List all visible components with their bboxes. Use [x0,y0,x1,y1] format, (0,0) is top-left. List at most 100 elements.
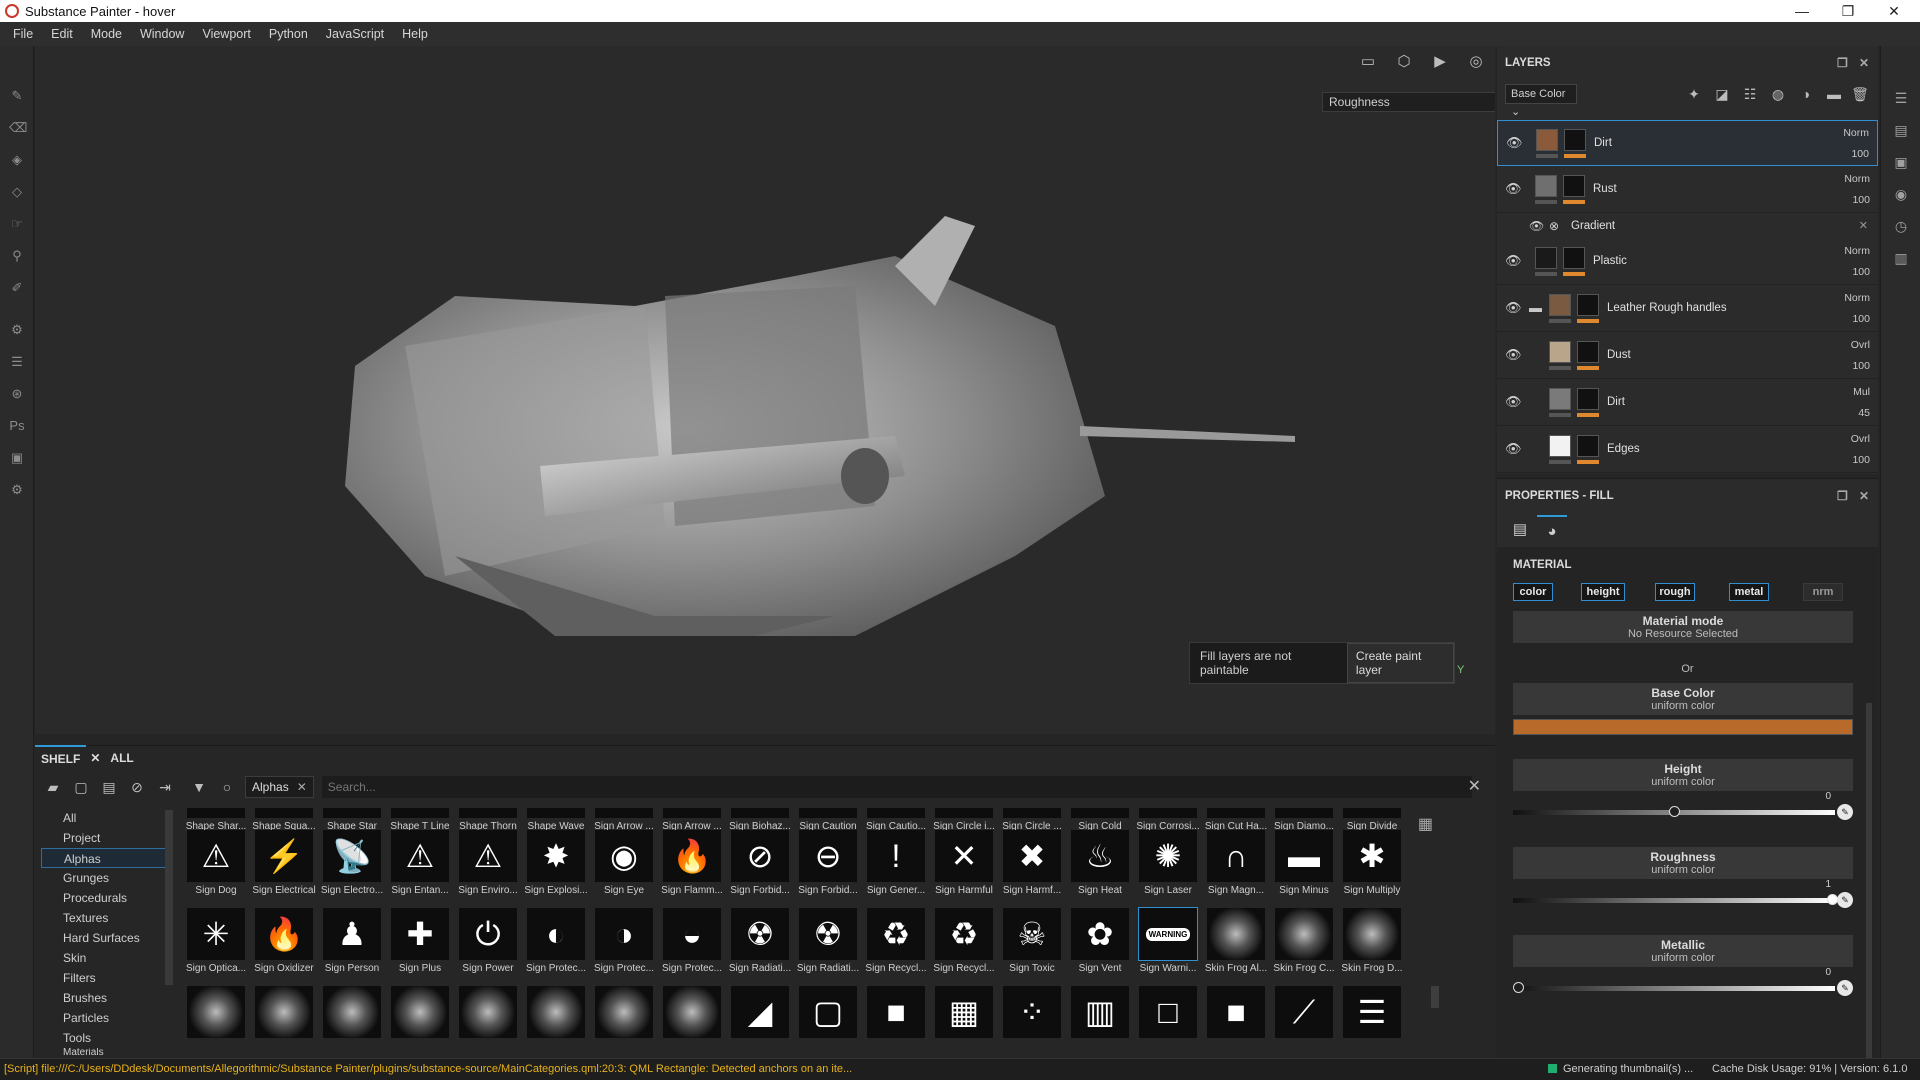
layer-row[interactable]: 👁 Dirt Mul 45 [1497,380,1878,426]
undock-icon[interactable]: ❐ [1837,489,1848,503]
alpha-tile[interactable]: ⟋ [1271,986,1337,1038]
menu-mode[interactable]: Mode [82,22,131,46]
eye-icon[interactable]: 👁 [1505,394,1522,410]
layer-opacity[interactable]: 100 [1852,360,1870,372]
category-textures[interactable]: Textures [41,908,171,928]
folder-row[interactable]: 👁 ▬ Leather Rough handles Norm 100 [1497,286,1878,332]
layer-opacity[interactable]: 45 [1858,407,1870,419]
3d-viewport[interactable]: ▭ ⬡ ▶ ◎ Roughness ⌄ [35,46,1495,734]
layer-row[interactable]: 👁 Dirt Norm 100 [1497,120,1878,166]
alpha-tile[interactable]: ✕ Sign Harmful [931,830,997,896]
screenshot-icon[interactable]: ◎ [1465,52,1487,70]
alpha-tile[interactable] [251,986,317,1038]
alpha-tile[interactable]: WARNING Sign Warni... [1135,907,1201,974]
export-icon[interactable]: ▣ [9,450,25,466]
edit-icon[interactable]: ✎ [1837,980,1853,996]
channel-color-button[interactable]: color [1513,583,1553,601]
alpha-tile[interactable]: Sign Cut Ha... [1203,808,1269,832]
layer-row[interactable]: 👁 Dust Ovrl 100 [1497,333,1878,379]
menu-help[interactable]: Help [393,22,437,46]
category-grunges[interactable]: Grunges [41,868,171,888]
alpha-tile[interactable]: ✚ Sign Plus [387,908,453,974]
alpha-tile[interactable]: ✖ Sign Harmf... [999,830,1065,896]
alpha-tile[interactable]: ✳ Sign Optica... [183,908,249,974]
restore-button[interactable]: ❐ [1826,0,1870,22]
folder-icon[interactable]: ▰ [43,778,63,796]
base-color-box[interactable]: Base Color uniform color [1513,683,1853,715]
channel-nrm-button[interactable]: nrm [1803,583,1843,601]
effect-row[interactable]: 👁 ⊗ Gradient ✕ [1497,214,1878,238]
physics-icon[interactable]: ⊛ [9,386,25,402]
category-filters[interactable]: Filters [41,968,171,988]
alpha-tile[interactable]: □ [1135,986,1201,1038]
add-fill-layer-icon[interactable]: ◍ [1769,86,1787,104]
import-icon[interactable]: ⇥ [155,778,175,796]
properties-scrollbar[interactable] [1866,703,1872,1080]
categories-scrollbar[interactable] [165,810,173,985]
alpha-tile[interactable] [523,986,589,1038]
height-slider-knob[interactable] [1669,806,1680,817]
tab-shelf[interactable]: SHELF [35,745,87,771]
remove-effect-icon[interactable]: ✕ [1859,219,1868,232]
alpha-tile[interactable]: ◒ Sign Protec... [659,908,725,974]
minimize-button[interactable]: — [1780,0,1824,22]
category-particles[interactable]: Particles [41,1008,171,1028]
polygon-fill-icon[interactable]: ◇ [9,184,25,200]
layer-row[interactable]: 👁 Rust Norm 100 [1497,167,1878,213]
channel-metal-button[interactable]: metal [1729,583,1769,601]
alpha-tile[interactable]: ☰ [1339,986,1405,1038]
texture-set-icon[interactable]: ▤ [1893,122,1909,138]
alpha-tile[interactable]: ⚠ Sign Entan... [387,830,453,896]
menu-python[interactable]: Python [260,22,317,46]
photoshop-icon[interactable]: Ps [9,418,25,434]
delete-layer-icon[interactable]: 🗑 [1851,86,1869,104]
category-project[interactable]: Project [41,828,171,848]
layer-opacity[interactable]: 100 [1852,266,1870,278]
category-alphas[interactable]: Alphas [41,848,171,868]
paint-brush-icon[interactable]: ✎ [9,88,25,104]
layer-blend-mode[interactable]: Norm [1844,173,1870,185]
metallic-box[interactable]: Metallic uniform color [1513,935,1853,967]
shader-icon[interactable]: ◉ [1893,186,1909,202]
metallic-slider[interactable]: 0 ✎ [1513,967,1853,999]
alpha-tile[interactable] [183,986,249,1038]
base-color-swatch[interactable] [1513,719,1853,735]
eye-icon[interactable]: 👁 [1505,181,1522,197]
shelf-scrollbar[interactable] [1431,986,1439,1008]
alpha-tile[interactable]: ▥ [1067,986,1133,1038]
layer-opacity[interactable]: 100 [1852,454,1870,466]
menu-javascript[interactable]: JavaScript [317,22,393,46]
filter-chip-close-icon[interactable]: ✕ [297,780,307,794]
new-item-icon[interactable]: ▢ [71,778,91,796]
eye-icon[interactable]: 👁 [1505,300,1522,316]
alpha-tile[interactable]: Sign Arrow ... [659,808,725,832]
alpha-tile[interactable]: ⊘ Sign Forbid... [727,830,793,896]
alpha-tile[interactable]: Shape Squa... [251,808,317,832]
layer-blend-mode[interactable]: Ovrl [1851,339,1870,351]
alpha-tile[interactable]: 🔥 Sign Oxidizer [251,908,317,974]
alpha-tile[interactable]: ▬ Sign Minus [1271,830,1337,896]
height-slider[interactable]: 0 ✎ [1513,791,1853,823]
folder-icon[interactable]: ▬ [1529,300,1542,315]
display-settings-icon[interactable]: ▣ [1893,154,1909,170]
alpha-tile[interactable] [659,986,725,1038]
alpha-tile[interactable]: Sign Circle i... [931,808,997,832]
grid-view-icon[interactable]: ▦ [1418,814,1433,834]
hide-icon[interactable]: ⊘ [127,778,147,796]
alpha-tile[interactable]: ☢ Sign Radiati... [795,908,861,974]
alpha-tile[interactable]: Sign Diamo... [1271,808,1337,832]
close-window-button[interactable]: ✕ [1872,0,1916,22]
alpha-tile[interactable] [319,986,385,1038]
alpha-tile[interactable]: ✸ Sign Explosi... [523,830,589,896]
alpha-tile[interactable]: ■ [1203,986,1269,1038]
history-icon[interactable]: ◷ [1893,218,1909,234]
tab-material-icon[interactable]: ◕ [1537,515,1567,545]
layer-row[interactable]: 👁 Plastic Norm 100 [1497,239,1878,285]
category-tools[interactable]: Tools [41,1028,171,1048]
filter-icon[interactable]: ▼ [189,778,209,796]
refresh-icon[interactable]: ○ [217,778,237,796]
layer-blend-mode[interactable]: Norm [1844,245,1870,257]
alpha-tile[interactable]: ▢ [795,986,861,1038]
alpha-tile[interactable]: ⏻ Sign Power [455,908,521,974]
category-skin[interactable]: Skin [41,948,171,968]
